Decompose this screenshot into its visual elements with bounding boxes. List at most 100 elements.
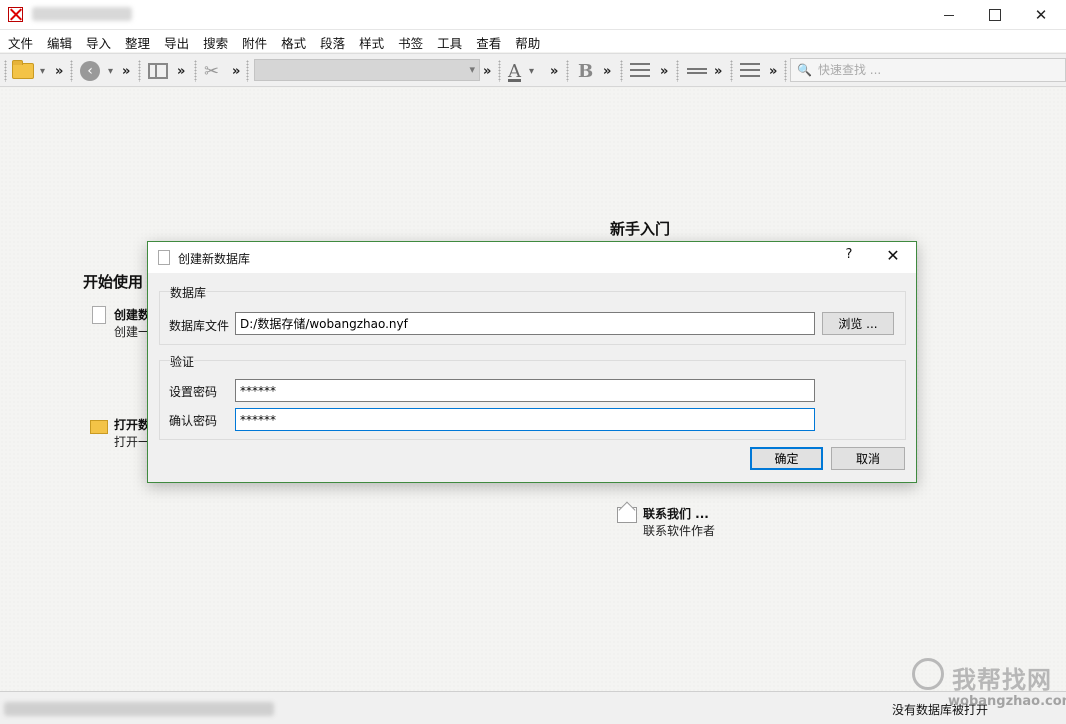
- font-color-button[interactable]: A ▾: [508, 58, 534, 84]
- indent-icon: [740, 63, 760, 79]
- dialog-close-button[interactable]: ✕: [878, 246, 908, 268]
- open-database-sub: 打开一: [114, 435, 151, 449]
- dialog-title: 创建新数据库: [178, 252, 251, 266]
- overflow-chevron[interactable]: »: [714, 58, 722, 84]
- cancel-button[interactable]: 取消: [831, 447, 905, 470]
- toolbar-grip[interactable]: [676, 60, 679, 82]
- overflow-chevron[interactable]: »: [483, 58, 491, 84]
- scissors-icon: ✂: [204, 60, 220, 82]
- confirm-password-label: 确认密码: [169, 414, 218, 428]
- menu-format[interactable]: 格式: [281, 30, 312, 52]
- overflow-chevron[interactable]: »: [660, 58, 668, 84]
- dialog-title-bar: 创建新数据库 ? ✕: [148, 242, 916, 273]
- set-password-input[interactable]: [235, 379, 815, 402]
- overflow-chevron[interactable]: »: [769, 58, 777, 84]
- menu-bookmark[interactable]: 书签: [398, 30, 429, 52]
- bold-icon: B: [578, 60, 594, 82]
- confirm-password-input[interactable]: [235, 408, 815, 431]
- toolbar-grip[interactable]: [730, 60, 733, 82]
- magnifier-icon: [912, 658, 944, 690]
- overflow-chevron[interactable]: »: [122, 58, 130, 84]
- new-user-intro-heading: 新手入门: [610, 220, 671, 238]
- document-icon: [158, 250, 170, 265]
- db-file-label: 数据库文件: [169, 319, 230, 333]
- toolbar-grip[interactable]: [620, 60, 623, 82]
- toolbar-grip[interactable]: [70, 60, 73, 82]
- menu-file[interactable]: 文件: [8, 30, 39, 52]
- dropdown-arrow-icon: ▾: [40, 65, 46, 77]
- auth-group-title: 验证: [170, 353, 195, 370]
- open-folder-button[interactable]: ▾: [12, 58, 45, 84]
- back-arrow-icon: ‹: [80, 61, 100, 81]
- open-database-link[interactable]: 打开数 打开一: [90, 416, 150, 450]
- contact-us-sub: 联系软件作者: [643, 524, 716, 538]
- overflow-chevron[interactable]: »: [177, 58, 185, 84]
- numbered-list-icon: [630, 63, 650, 79]
- toolbar-grip[interactable]: [4, 60, 7, 82]
- status-left-blurred: [4, 702, 274, 716]
- font-color-icon: A: [508, 60, 521, 82]
- set-password-label: 设置密码: [169, 385, 218, 399]
- toolbar-grip[interactable]: [566, 60, 569, 82]
- status-bar: 没有数据库被打开: [0, 691, 1066, 724]
- overflow-chevron[interactable]: »: [550, 58, 558, 84]
- menu-attachment[interactable]: 附件: [242, 30, 273, 52]
- horizontal-rule-icon: [687, 68, 707, 74]
- menu-paragraph[interactable]: 段落: [320, 30, 351, 52]
- toolbar-grip[interactable]: [138, 60, 141, 82]
- font-name-select[interactable]: [254, 59, 480, 81]
- menu-tools[interactable]: 工具: [437, 30, 468, 52]
- numbered-list-button[interactable]: [630, 58, 650, 84]
- overflow-chevron[interactable]: »: [55, 58, 63, 84]
- menu-export[interactable]: 导出: [164, 30, 195, 52]
- create-database-title: 创建数: [114, 308, 151, 322]
- app-icon: [8, 7, 23, 22]
- overflow-chevron[interactable]: »: [232, 58, 240, 84]
- window-title-blurred: [32, 7, 132, 21]
- menu-organize[interactable]: 整理: [125, 30, 156, 52]
- title-bar: ✕: [0, 0, 1066, 30]
- search-icon: 🔍: [797, 63, 812, 77]
- bold-button[interactable]: B: [578, 58, 593, 84]
- layout-panel-icon: [148, 63, 168, 79]
- cut-button[interactable]: ✂: [204, 58, 219, 84]
- contact-us-link[interactable]: 联系我们 ... 联系软件作者: [617, 505, 715, 539]
- menu-view[interactable]: 查看: [476, 30, 507, 52]
- getting-started-heading: 开始使用: [83, 273, 144, 291]
- create-database-link[interactable]: 创建数 创建一: [92, 306, 150, 340]
- menu-import[interactable]: 导入: [86, 30, 117, 52]
- overflow-chevron[interactable]: »: [603, 58, 611, 84]
- menu-style[interactable]: 样式: [359, 30, 390, 52]
- back-button[interactable]: ‹ ▾: [80, 58, 113, 84]
- contact-us-title: 联系我们 ...: [643, 507, 709, 521]
- layout-button[interactable]: [148, 58, 168, 84]
- browse-button[interactable]: 浏览 ...: [822, 312, 894, 335]
- watermark: 我帮找网 wobangzhao.com: [912, 654, 1066, 720]
- quick-search-box[interactable]: 🔍: [790, 58, 1066, 82]
- menu-help[interactable]: 帮助: [515, 30, 546, 52]
- toolbar-grip[interactable]: [246, 60, 249, 82]
- folder-icon: [12, 60, 34, 79]
- horizontal-rule-button[interactable]: [687, 58, 707, 84]
- minimize-button[interactable]: [926, 0, 972, 30]
- create-database-dialog: 创建新数据库 ? ✕ 数据库 数据库文件 浏览 ... 验证 设置密码 确认密码…: [147, 241, 917, 483]
- help-button[interactable]: ?: [836, 247, 862, 269]
- db-file-input[interactable]: [235, 312, 815, 335]
- toolbar-grip[interactable]: [498, 60, 501, 82]
- close-window-button[interactable]: ✕: [1018, 0, 1064, 30]
- quick-search-input[interactable]: [817, 63, 1058, 77]
- database-group-title: 数据库: [170, 284, 207, 301]
- toolbar-grip[interactable]: [194, 60, 197, 82]
- mail-icon: [617, 507, 637, 523]
- document-icon: [92, 306, 106, 324]
- maximize-button[interactable]: [972, 0, 1018, 30]
- toolbar-grip[interactable]: [784, 60, 787, 82]
- dropdown-arrow-icon: ▾: [108, 65, 114, 77]
- create-database-sub: 创建一: [114, 325, 151, 339]
- dropdown-arrow-icon: ▾: [529, 65, 535, 77]
- menu-edit[interactable]: 编辑: [47, 30, 78, 52]
- ok-button[interactable]: 确定: [750, 447, 823, 470]
- indent-button[interactable]: [740, 58, 760, 84]
- menu-search[interactable]: 搜索: [203, 30, 234, 52]
- watermark-text: 我帮找网: [952, 666, 1052, 694]
